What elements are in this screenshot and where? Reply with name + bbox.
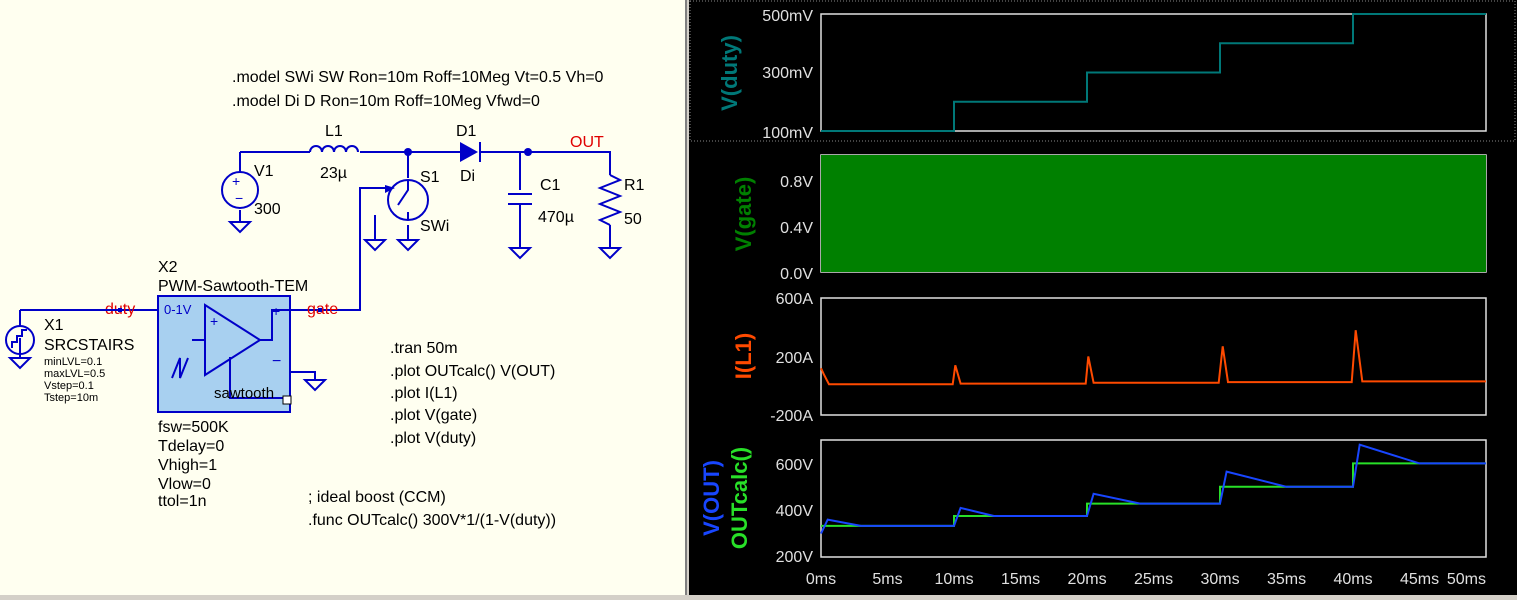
junction-dot	[404, 148, 412, 156]
r1-name: R1	[624, 177, 645, 194]
svg-text:−: −	[272, 353, 281, 370]
waveform-canvas[interactable]: V(duty) 500mV 300mV 100mV V(gate) 0.8V 0…	[689, 0, 1517, 595]
x-tick-label: 25ms	[1134, 571, 1173, 588]
x-tick-label: 45ms	[1400, 571, 1439, 588]
ground-icon	[302, 379, 328, 392]
y-tick-label: 0.8V	[780, 174, 813, 191]
x-tick-label: 35ms	[1267, 571, 1306, 588]
directive-plot-duty[interactable]: .plot V(duty)	[390, 430, 476, 447]
y-tick-label: 0.0V	[780, 266, 813, 283]
y-tick-label: -200A	[770, 408, 813, 425]
trace-label-duty[interactable]: V(duty)	[717, 35, 742, 111]
inductor-l1[interactable]	[309, 145, 359, 153]
pane-duty-frame	[689, 0, 1516, 142]
svg-text:−: −	[235, 190, 243, 206]
x2-name: X2	[158, 259, 178, 276]
ground-icon	[227, 221, 253, 234]
x-tick-label: 5ms	[872, 571, 902, 588]
x2-range: 0-1V	[164, 302, 192, 317]
x1-param-max: maxLVL=0.5	[44, 368, 105, 380]
c1-value: 470µ	[538, 209, 574, 226]
l1-value: 23µ	[320, 165, 347, 182]
x1-param-tstep: Tstep=10m	[44, 392, 98, 404]
directive-func[interactable]: .func OUTcalc() 300V*1/(1-V(duty))	[308, 512, 556, 529]
trace-v-duty[interactable]	[821, 13, 1486, 132]
x2-sawtooth-label: sawtooth	[214, 385, 274, 402]
y-tick-label: 200V	[776, 549, 814, 566]
waveform-viewer[interactable]: V(duty) 500mV 300mV 100mV V(gate) 0.8V 0…	[689, 0, 1517, 595]
ground-icon	[7, 357, 33, 370]
trace-label-outcalc[interactable]: OUTcalc()	[727, 447, 752, 549]
x1-type: SRCSTAIRS	[44, 337, 134, 354]
y-tick-label: 300mV	[762, 65, 813, 82]
svg-text:+: +	[232, 173, 240, 189]
trace-label-il1[interactable]: I(L1)	[731, 333, 756, 379]
y-tick-label: 0.4V	[780, 220, 813, 237]
diode-d1[interactable]	[460, 142, 481, 162]
net-label-gate[interactable]: gate	[307, 301, 338, 318]
ground-icon	[507, 247, 533, 260]
x2-param-tdelay: Tdelay=0	[158, 438, 224, 455]
directive-plot-outcalc[interactable]: .plot OUTcalc() V(OUT)	[390, 363, 555, 380]
y-tick-label: 400V	[776, 503, 814, 520]
x-tick-label: 15ms	[1001, 571, 1040, 588]
x1-param-vstep: Vstep=0.1	[44, 380, 94, 392]
svg-text:+: +	[272, 303, 280, 319]
net-label-out[interactable]: OUT	[570, 134, 604, 151]
x2-param-fsw: fsw=500K	[158, 419, 229, 436]
x-tick-label: 10ms	[934, 571, 973, 588]
directive-model-d[interactable]: .model Di D Ron=10m Roff=10Meg Vfwd=0	[232, 93, 540, 110]
schematic-editor[interactable]: + − V1 300 L1 23µ D1 Di S1 SWi C1 470µ R…	[0, 0, 687, 595]
s1-name: S1	[420, 169, 440, 186]
junction-dot	[524, 148, 532, 156]
comment-ideal-boost: ; ideal boost (CCM)	[308, 489, 446, 506]
trace-v-out[interactable]	[820, 443, 1486, 535]
l1-name: L1	[325, 123, 343, 140]
trace-i-l1[interactable]	[820, 330, 1486, 386]
x2-param-ttol: ttol=1n	[158, 493, 206, 510]
switch-s1[interactable]	[385, 179, 429, 221]
y-tick-label: 200A	[776, 350, 814, 367]
x-tick-label: 0ms	[806, 571, 836, 588]
x2-param-vhigh: Vhigh=1	[158, 457, 217, 474]
voltage-source-v1[interactable]: + −	[221, 171, 259, 209]
y-tick-label: 500mV	[762, 8, 813, 25]
trace-gate-fill[interactable]	[821, 155, 1486, 272]
r1-value: 50	[624, 211, 642, 228]
d1-name: D1	[456, 123, 477, 140]
x-tick-label: 20ms	[1067, 571, 1106, 588]
y-tick-label: 600V	[776, 457, 814, 474]
ground-icon	[597, 247, 623, 260]
directive-tran[interactable]: .tran 50m	[390, 340, 458, 357]
d1-model: Di	[460, 168, 475, 185]
trace-label-vout[interactable]: V(OUT)	[699, 460, 724, 536]
x2-param-vlow: Vlow=0	[158, 476, 211, 493]
s1-model: SWi	[420, 218, 449, 235]
directive-model-sw[interactable]: .model SWi SW Ron=10m Roff=10Meg Vt=0.5 …	[232, 69, 604, 86]
trace-label-gate[interactable]: V(gate)	[731, 177, 756, 252]
svg-text:+: +	[210, 313, 218, 329]
y-tick-label: 100mV	[762, 125, 813, 142]
resistor-r1[interactable]	[597, 174, 623, 226]
trace-outcalc[interactable]	[821, 462, 1486, 527]
schematic-canvas[interactable]: + − V1 300 L1 23µ D1 Di S1 SWi C1 470µ R…	[0, 0, 685, 595]
c1-name: C1	[540, 177, 561, 194]
x-tick-label: 30ms	[1200, 571, 1239, 588]
plot-area-il1[interactable]	[820, 297, 1487, 416]
y-tick-label: 600A	[776, 291, 814, 308]
x-tick-label: 50ms	[1447, 571, 1486, 588]
x2-type: PWM-Sawtooth-TEM	[158, 278, 308, 295]
ground-icon	[395, 239, 421, 252]
plot-area-out[interactable]	[820, 439, 1487, 558]
x1-name: X1	[44, 317, 64, 334]
directive-plot-gate[interactable]: .plot V(gate)	[390, 407, 477, 424]
x-tick-label: 40ms	[1333, 571, 1372, 588]
directive-plot-il1[interactable]: .plot I(L1)	[390, 385, 458, 402]
ground-icon	[362, 239, 388, 252]
x1-param-min: minLVL=0.1	[44, 356, 102, 368]
capacitor-c1[interactable]	[508, 193, 532, 205]
v1-value: 300	[254, 201, 281, 218]
v1-name: V1	[254, 163, 274, 180]
